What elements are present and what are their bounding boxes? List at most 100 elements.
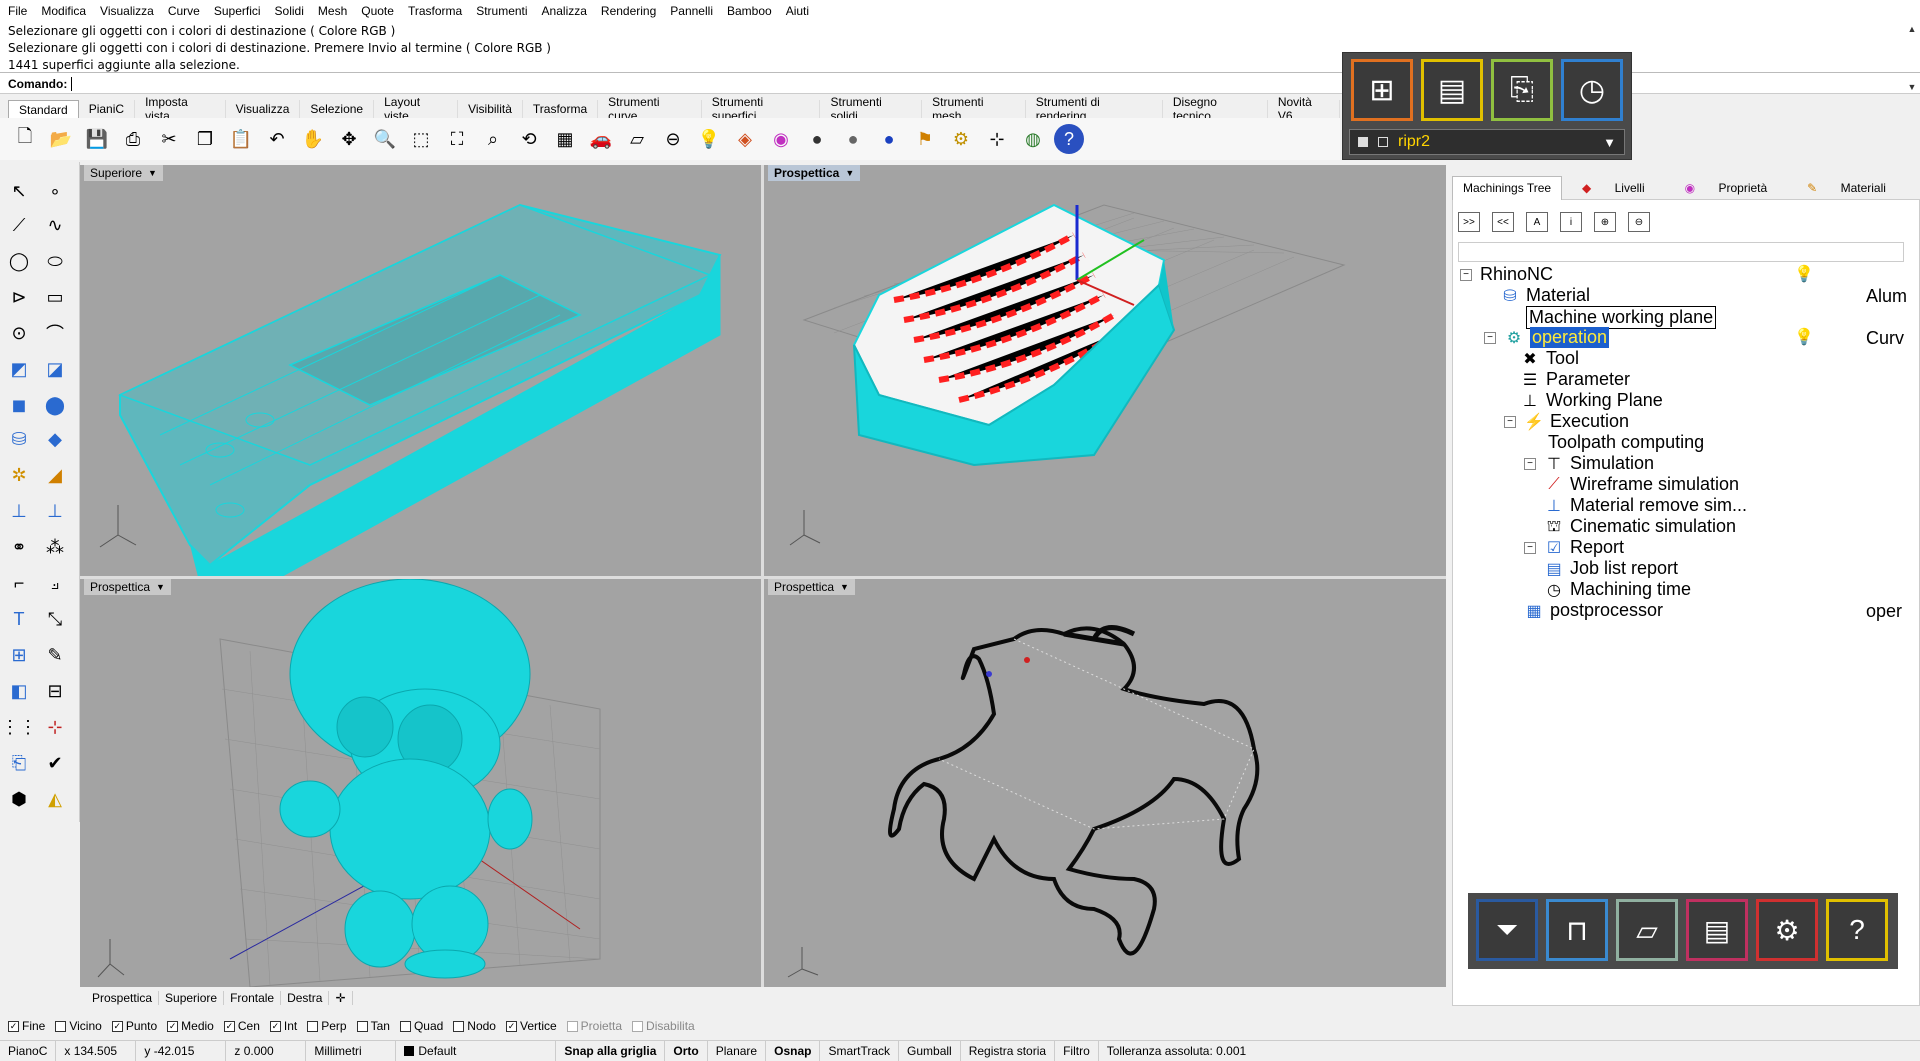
copy-icon[interactable]: ❐ [190,124,220,154]
tree-node-report[interactable]: − ☑ Report [1524,537,1624,558]
menu-trasforma[interactable]: Trasforma [408,4,462,18]
menu-analizza[interactable]: Analizza [542,4,587,18]
tree-node-tool[interactable]: ✖ Tool [1520,348,1579,369]
pan-icon[interactable]: ✋ [298,124,328,154]
status-registra-storia[interactable]: Registra storia [961,1040,1056,1061]
tab-proprieta[interactable]: ◉ Proprietà [1665,181,1788,195]
menu-quote[interactable]: Quote [361,4,394,18]
join-icon[interactable]: ⚭ [4,532,34,562]
transform-icon[interactable]: ✲ [4,460,34,490]
polygon-icon[interactable]: ⊳ [4,282,34,312]
viewport-splitter-horizontal[interactable] [80,576,1446,579]
tab-disegno-tecnico[interactable]: Disegno tecnico [1162,95,1268,123]
sphere-shaded-icon[interactable]: ● [802,124,832,154]
open-icon[interactable]: 📂 [46,124,76,154]
new-icon[interactable]: 🗋 [10,124,40,154]
tree-node-rhinonc[interactable]: − RhinoNC [1460,264,1553,285]
gear-icon[interactable]: ⚙ [946,124,976,154]
expand-all-button[interactable]: >> [1458,212,1480,232]
tab-strumenti-mesh[interactable]: Strumenti mesh [922,95,1026,123]
plane-icon[interactable]: ▱ [622,124,652,154]
layer-icon[interactable]: ◈ [730,124,760,154]
chevron-down-icon[interactable]: ▼ [148,168,157,178]
scroll-down-icon[interactable]: ▼ [1908,82,1917,92]
ruler-icon[interactable]: ⊟ [40,676,70,706]
select-arrow-icon[interactable]: ↖ [4,176,34,206]
polyline-icon[interactable]: ⟋ [4,210,34,240]
status-layer[interactable]: Default [396,1040,557,1061]
osnap-fine[interactable]: ✓ Fine [8,1019,45,1033]
tree-node-cinematic-simulation[interactable]: ⛫ Cinematic simulation [1544,516,1736,537]
osnap-perp[interactable]: Perp [307,1019,347,1033]
tree-node-machine-working-plane[interactable]: Machine working plane [1526,306,1717,329]
scroll-up-icon[interactable]: ▲ [1908,24,1917,34]
osnap-vertice[interactable]: ✓ Vertice [505,1019,557,1033]
tree-node-postprocessor[interactable]: ▦ postprocessor [1524,600,1663,621]
menu-pannelli[interactable]: Pannelli [670,4,713,18]
status-cplane[interactable]: PianoC [0,1040,57,1061]
status-orto[interactable]: Orto [665,1040,708,1061]
tree-node-operation[interactable]: − ⚙ operation [1484,327,1610,348]
grid-icon[interactable]: ▦ [550,124,580,154]
command-line[interactable]: Comando: [0,72,1920,94]
viewport-perspective-3[interactable]: Prospettica ▼ [764,579,1446,987]
help-icon[interactable]: ? [1054,124,1084,154]
tab-machinings-tree[interactable]: Machinings Tree [1452,175,1563,200]
render-icon[interactable]: ⬢ [4,784,34,814]
lightbulb-icon[interactable]: 💡 [1794,264,1814,284]
menu-superfici[interactable]: Superfici [214,4,261,18]
menu-solidi[interactable]: Solidi [275,4,304,18]
boolean-icon[interactable]: ⬤ [40,390,70,420]
group-icon[interactable]: ⊞ [4,640,34,670]
tab-materiali[interactable]: ✎ Materiali [1787,181,1906,195]
ellipse-icon[interactable]: ⬭ [40,246,70,276]
zoom-extents-icon[interactable]: ⛶ [442,124,472,154]
globe-icon[interactable]: ◍ [1018,124,1048,154]
viewport-label[interactable]: Prospettica ▼ [768,579,855,595]
sphere-blue-icon[interactable]: ● [874,124,904,154]
tab-strumenti-curve[interactable]: Strumenti curve [598,95,702,123]
viewport-label[interactable]: Superiore ▼ [84,165,163,181]
chevron-down-icon[interactable]: ▼ [845,168,854,178]
point-icon[interactable]: ∘ [40,176,70,206]
tool-library-icon[interactable]: ⏷ [1476,899,1538,961]
viewport-perspective-2[interactable]: Prospettica ▼ [80,579,761,987]
zoom-out-icon[interactable]: ⊖ [1628,212,1650,232]
viewport-top[interactable]: Superiore ▼ [80,165,761,576]
snap-icon[interactable]: ⊖ [658,124,688,154]
history-scrollbar[interactable]: ▲ ▼ [1904,22,1920,94]
osnap-int[interactable]: ✓ Int [269,1019,297,1033]
collapse-icon[interactable]: − [1484,331,1496,344]
viewport-label[interactable]: Prospettica ▼ [768,165,861,181]
tree-node-material-remove-sim[interactable]: ⊥ Material remove sim... [1544,495,1747,516]
osnap-punto[interactable]: ✓ Punto [111,1019,157,1033]
menu-strumenti[interactable]: Strumenti [476,4,527,18]
osnap-quad[interactable]: Quad [399,1019,443,1033]
surface-icon[interactable]: ◩ [4,354,34,384]
tab-visibilita[interactable]: Visibilità [458,100,523,118]
align-icon[interactable]: ⊹ [40,712,70,742]
status-smarttrack[interactable]: SmartTrack [820,1040,900,1061]
tree-node-toolpath-computing[interactable]: Toolpath computing [1548,432,1704,453]
osnap-medio[interactable]: ✓ Medio [167,1019,214,1033]
osnap-nodo[interactable]: Nodo [453,1019,496,1033]
mirror-icon[interactable]: ⊥ [40,496,70,526]
tab-visualizza[interactable]: Visualizza [225,100,301,118]
osnap-disabilita[interactable]: Disabilita [632,1019,695,1033]
sphere-render-icon[interactable]: ● [838,124,868,154]
tab-standard[interactable]: Standard [8,100,79,118]
text-icon[interactable]: T [4,604,34,634]
menu-curve[interactable]: Curve [168,4,200,18]
cut-icon[interactable]: ✂ [154,124,184,154]
viewport-tab-frontale[interactable]: Frontale [224,991,282,1005]
mesh-icon[interactable]: ◆ [40,424,70,454]
tab-layout-viste[interactable]: Layout viste [374,95,459,123]
viewport-tab-destra[interactable]: Destra [281,991,330,1005]
chevron-down-icon[interactable]: ▼ [840,582,849,592]
cabinet-icon[interactable]: ▤ [1686,899,1748,961]
solid-box-icon[interactable]: ◧ [4,676,34,706]
car-icon[interactable]: 🚗 [586,124,616,154]
tree-node-machining-time[interactable]: ◷ Machining time [1544,579,1691,600]
rotate-view-icon[interactable]: ⟲ [514,124,544,154]
clock-icon[interactable]: ◷ [1561,59,1623,121]
